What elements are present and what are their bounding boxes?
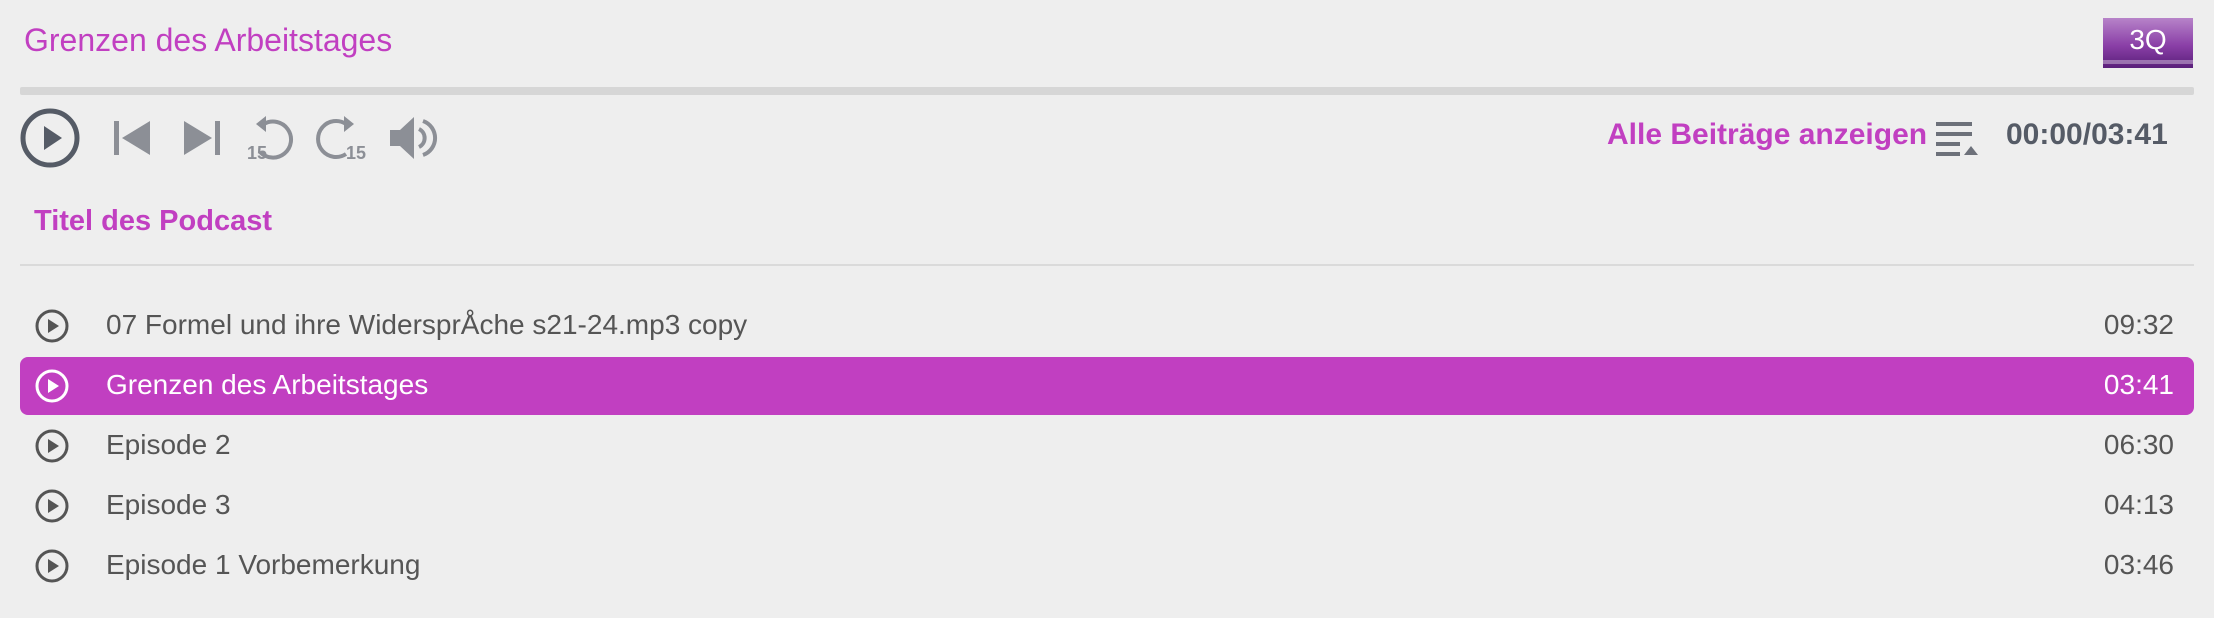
rewind-button[interactable]: 15 [244, 112, 298, 164]
play-circle-icon [20, 108, 80, 168]
playlist-item[interactable]: Episode 3 04:13 [20, 477, 2194, 535]
play-circle-icon [35, 549, 69, 583]
divider [20, 264, 2194, 266]
show-all-posts-link[interactable]: Alle Beiträge anzeigen [1607, 118, 1927, 152]
progress-bar[interactable] [20, 87, 2194, 95]
previous-button[interactable] [110, 116, 154, 160]
time-display: 00:00/03:41 [2006, 118, 2168, 151]
podcast-player: Grenzen des Arbeitstages 3Q 15 15 Alle B… [0, 0, 2214, 618]
playlist-item[interactable]: Episode 1 Vorbemerkung 03:46 [20, 537, 2194, 595]
play-circle-icon [35, 489, 69, 523]
playlist-item-title: Grenzen des Arbeitstages [106, 369, 429, 400]
playlist-item-duration: 06:30 [2103, 429, 2174, 460]
volume-button[interactable] [386, 112, 438, 164]
rewind-seconds-label: 15 [247, 143, 267, 163]
playlist-item-title: 07 Formel und ihre WidersprÅche s21-24.m… [106, 309, 748, 340]
play-button[interactable] [20, 108, 80, 168]
volume-icon [390, 117, 438, 159]
playlist-item[interactable]: Episode 2 06:30 [20, 417, 2194, 475]
forward-15-icon: 15 [316, 116, 366, 163]
podcast-logo: 3Q [2103, 18, 2193, 68]
playlist-item-active[interactable]: Grenzen des Arbeitstages 03:41 [20, 357, 2194, 415]
playlist-item[interactable]: 07 Formel und ihre WidersprÅche s21-24.m… [20, 297, 2194, 355]
current-episode-title: Grenzen des Arbeitstages [24, 22, 393, 58]
podcast-title: Titel des Podcast [34, 205, 272, 237]
skip-next-icon [184, 121, 220, 155]
playlist-item-duration: 09:32 [2103, 309, 2174, 340]
playlist-item-title: Episode 2 [106, 429, 231, 460]
playlist-item-duration: 03:41 [2103, 369, 2174, 400]
playlist-toggle-button[interactable] [1934, 120, 1980, 156]
play-circle-icon [35, 309, 69, 343]
skip-previous-icon [114, 121, 150, 155]
logo-text: 3Q [2129, 24, 2167, 55]
playlist-item-duration: 04:13 [2103, 489, 2174, 520]
playlist-item-duration: 03:46 [2103, 549, 2174, 580]
play-circle-icon [35, 369, 69, 403]
rewind-15-icon: 15 [247, 116, 294, 163]
playlist-icon [1936, 122, 1978, 156]
playlist-item-title: Episode 1 Vorbemerkung [106, 549, 421, 580]
next-button[interactable] [180, 116, 224, 160]
play-circle-icon [35, 429, 69, 463]
playlist-item-title: Episode 3 [106, 489, 231, 520]
forward-seconds-label: 15 [346, 143, 366, 163]
forward-button[interactable]: 15 [316, 112, 370, 164]
logo-subline [2103, 60, 2193, 64]
